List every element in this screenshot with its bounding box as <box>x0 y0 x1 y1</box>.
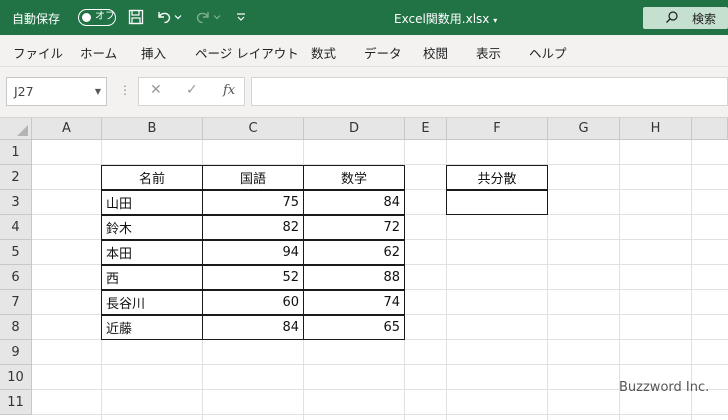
ribbon-tabs: ファイル ホーム 挿入 ページ レイアウト 数式 データ 校閲 表示 ヘルプ <box>0 35 728 67</box>
cancel-icon[interactable]: ✕ <box>150 82 162 98</box>
name-box-dropdown-icon[interactable]: ▼ <box>95 87 101 96</box>
row-header-7[interactable]: 7 <box>0 290 32 315</box>
title-bar: 自動保存 オフ Excel関数用.xlsx ▾ 検索 <box>0 0 728 35</box>
toggle-knob <box>82 12 91 22</box>
cell-c8[interactable]: 84 <box>202 315 304 340</box>
row-header-10[interactable]: 10 <box>0 365 32 390</box>
file-name: Excel関数用.xlsx <box>394 12 490 26</box>
cell-d2-header-math[interactable]: 数学 <box>303 165 405 190</box>
cell-b7[interactable]: 長谷川 <box>101 290 203 315</box>
formula-input[interactable] <box>251 77 728 106</box>
customize-toolbar-icon[interactable] <box>233 7 249 27</box>
cell-c6[interactable]: 52 <box>202 265 304 290</box>
more-options-icon[interactable]: ⋮ <box>119 83 131 97</box>
undo-dropdown-icon[interactable] <box>172 7 184 27</box>
cell-d4[interactable]: 72 <box>303 215 405 240</box>
search-label: 検索 <box>692 12 717 26</box>
tab-home[interactable]: ホーム <box>80 43 117 62</box>
autosave-toggle[interactable]: オフ <box>78 9 116 26</box>
row-header-1[interactable]: 1 <box>0 140 32 165</box>
autosave-label: 自動保存 <box>12 12 61 26</box>
tab-insert[interactable]: 挿入 <box>141 43 166 62</box>
redo-icon[interactable] <box>193 7 213 27</box>
column-header-e[interactable]: E <box>405 118 447 140</box>
gridline <box>619 140 620 420</box>
tab-formulas[interactable]: 数式 <box>311 43 336 62</box>
search-icon <box>665 10 679 28</box>
cell-c4[interactable]: 82 <box>202 215 304 240</box>
search-box[interactable]: 検索 <box>643 7 728 29</box>
column-header-h[interactable]: H <box>620 118 692 140</box>
tab-review[interactable]: 校閲 <box>423 43 448 62</box>
window-title: Excel関数用.xlsx ▾ <box>394 10 497 27</box>
row-header-6[interactable]: 6 <box>0 265 32 290</box>
cell-b5[interactable]: 本田 <box>101 240 203 265</box>
gridline <box>32 414 728 415</box>
cell-d6[interactable]: 88 <box>303 265 405 290</box>
cell-c7[interactable]: 60 <box>202 290 304 315</box>
cell-f2-header-covariance[interactable]: 共分散 <box>446 165 548 190</box>
cell-f3-covariance-result[interactable] <box>446 190 548 215</box>
redo-dropdown-icon[interactable] <box>211 7 223 27</box>
name-box-value: J27 <box>14 84 34 99</box>
row-header-4[interactable]: 4 <box>0 215 32 240</box>
row-header-3[interactable]: 3 <box>0 190 32 215</box>
spreadsheet-grid[interactable]: A B C D E F G H 1 2 3 4 5 6 7 8 9 10 11 … <box>0 118 728 420</box>
tab-view[interactable]: 表示 <box>476 43 501 62</box>
column-header-g[interactable]: G <box>548 118 620 140</box>
cell-d3[interactable]: 84 <box>303 190 405 215</box>
cell-d5[interactable]: 62 <box>303 240 405 265</box>
formula-bar: J27 ▼ ⋮ ✕ ✓ fx <box>0 67 728 118</box>
tab-page-layout[interactable]: ページ レイアウト <box>195 43 299 62</box>
title-dropdown-icon[interactable]: ▾ <box>493 16 497 25</box>
cell-b4[interactable]: 鈴木 <box>101 215 203 240</box>
name-box[interactable]: J27 ▼ <box>6 77 107 106</box>
row-header-11[interactable]: 11 <box>0 390 32 415</box>
cell-d7[interactable]: 74 <box>303 290 405 315</box>
column-header-d[interactable]: D <box>304 118 405 140</box>
column-header-i[interactable] <box>692 118 728 140</box>
cell-d8[interactable]: 65 <box>303 315 405 340</box>
insert-function-icon[interactable]: fx <box>223 83 235 98</box>
cell-b3[interactable]: 山田 <box>101 190 203 215</box>
cell-b8[interactable]: 近藤 <box>101 315 203 340</box>
watermark-text: Buzzword Inc. <box>619 380 710 395</box>
formula-bar-buttons: ✕ ✓ fx <box>138 77 245 106</box>
row-header-2[interactable]: 2 <box>0 165 32 190</box>
enter-icon[interactable]: ✓ <box>186 82 198 98</box>
tab-help[interactable]: ヘルプ <box>529 43 567 62</box>
cell-c5[interactable]: 94 <box>202 240 304 265</box>
row-header-5[interactable]: 5 <box>0 240 32 265</box>
column-header-f[interactable]: F <box>447 118 548 140</box>
cell-c2-header-japanese[interactable]: 国語 <box>202 165 304 190</box>
column-header-c[interactable]: C <box>203 118 304 140</box>
tab-data[interactable]: データ <box>364 43 402 62</box>
gridline <box>691 140 692 420</box>
select-all-corner[interactable] <box>0 118 32 140</box>
row-header-9[interactable]: 9 <box>0 340 32 365</box>
column-header-a[interactable]: A <box>32 118 102 140</box>
cell-b6[interactable]: 西 <box>101 265 203 290</box>
gridline <box>32 364 728 365</box>
tab-file[interactable]: ファイル <box>13 43 63 62</box>
save-icon[interactable] <box>126 7 146 27</box>
cell-c3[interactable]: 75 <box>202 190 304 215</box>
column-header-b[interactable]: B <box>102 118 203 140</box>
autosave-state: オフ <box>95 11 115 22</box>
cell-b2-header-name[interactable]: 名前 <box>101 165 203 190</box>
row-header-8[interactable]: 8 <box>0 315 32 340</box>
undo-icon[interactable] <box>154 7 174 27</box>
